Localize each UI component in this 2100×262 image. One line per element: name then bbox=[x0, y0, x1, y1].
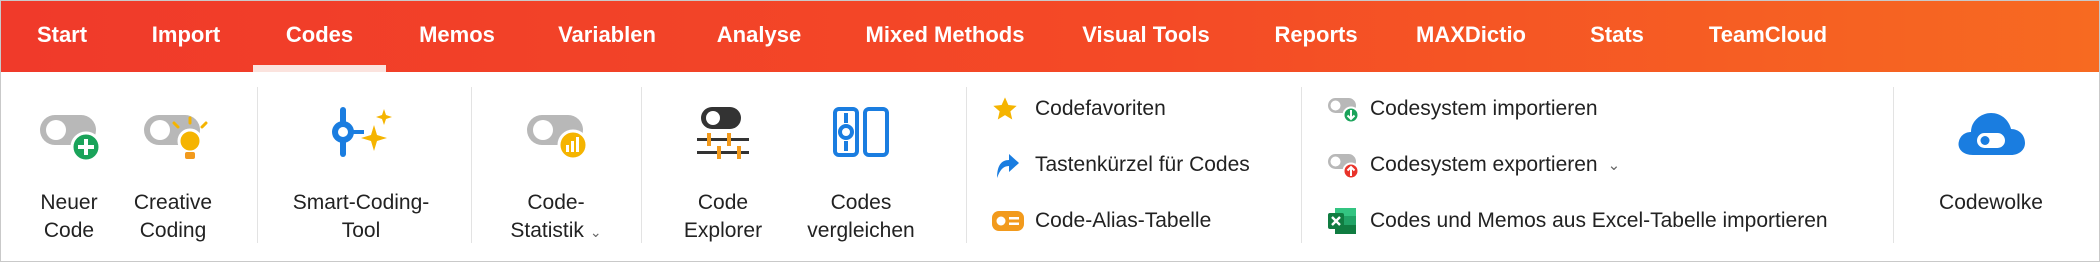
compare-codes-label-1: Codes bbox=[830, 191, 892, 214]
compare-codes-button[interactable]: Codes vergleichen bbox=[796, 101, 926, 251]
ribbon-separator bbox=[471, 87, 472, 243]
code-explorer-label-2: Explorer bbox=[683, 219, 763, 242]
excel-import-label: Codes und Memos aus Excel-Tabelle import… bbox=[1370, 209, 1828, 232]
code-statistics-label-1: Code- bbox=[527, 191, 585, 214]
import-codesystem-label: Codesystem importieren bbox=[1370, 97, 1598, 120]
code-cloud-button[interactable]: Codewolke bbox=[1921, 101, 2061, 251]
ribbon-separator bbox=[966, 87, 967, 243]
chevron-down-icon[interactable]: ⌄ bbox=[590, 224, 602, 240]
code-shortcuts-label: Tastenkürzel für Codes bbox=[1035, 153, 1250, 176]
alias-table-icon bbox=[991, 204, 1027, 238]
toggle-plus-icon bbox=[34, 105, 104, 170]
ribbon-separator bbox=[641, 87, 642, 243]
creative-coding-button[interactable]: Creative Coding bbox=[123, 101, 223, 251]
smart-coding-label-2: Tool bbox=[341, 219, 381, 242]
code-alias-table-button[interactable]: Code-Alias-Tabelle bbox=[991, 204, 1211, 238]
tab-mixed-methods[interactable]: Mixed Methods bbox=[857, 1, 1033, 72]
code-shortcuts-button[interactable]: Tastenkürzel für Codes bbox=[991, 148, 1250, 182]
code-statistics-label-2: Statistik ⌄ bbox=[510, 219, 602, 242]
menu-bar: Start Import Codes Memos Variablen Analy… bbox=[1, 1, 2099, 72]
code-explorer-label-1: Code bbox=[697, 191, 749, 214]
toggle-chart-icon bbox=[521, 105, 591, 170]
shortcut-arrow-icon bbox=[991, 148, 1027, 182]
code-favorites-button[interactable]: Codefavoriten bbox=[991, 92, 1166, 126]
new-code-label-2: Code bbox=[43, 219, 95, 242]
new-code-label-1: Neuer bbox=[40, 191, 98, 214]
new-code-button[interactable]: Neuer Code bbox=[19, 101, 119, 251]
code-cloud-label: Codewolke bbox=[1939, 191, 2043, 214]
code-alias-table-label: Code-Alias-Tabelle bbox=[1035, 209, 1212, 232]
toggle-lightbulb-icon bbox=[138, 105, 208, 170]
tab-import[interactable]: Import bbox=[141, 1, 231, 72]
export-codesystem-button[interactable]: Codesystem exportieren ⌄ bbox=[1326, 148, 1620, 182]
tab-reports[interactable]: Reports bbox=[1266, 1, 1366, 72]
creative-coding-label-2: Coding bbox=[139, 219, 207, 242]
excel-import-button[interactable]: Codes und Memos aus Excel-Tabelle import… bbox=[1326, 204, 1828, 238]
creative-coding-label-1: Creative bbox=[133, 191, 213, 214]
tab-codes[interactable]: Codes bbox=[253, 1, 386, 72]
app-frame: Start Import Codes Memos Variablen Analy… bbox=[0, 0, 2100, 262]
code-favorites-label: Codefavoriten bbox=[1035, 97, 1166, 120]
cloud-icon bbox=[1955, 105, 2027, 166]
compare-codes-label-2: vergleichen bbox=[807, 219, 915, 242]
tab-memos[interactable]: Memos bbox=[412, 1, 502, 72]
tab-stats[interactable]: Stats bbox=[1585, 1, 1649, 72]
import-codesystem-button[interactable]: Codesystem importieren bbox=[1326, 92, 1598, 126]
sparkle-code-icon bbox=[326, 103, 396, 172]
ribbon-separator bbox=[1301, 87, 1302, 243]
export-codesystem-label: Codesystem exportieren bbox=[1370, 153, 1598, 176]
tab-start[interactable]: Start bbox=[27, 1, 97, 72]
explorer-icon bbox=[691, 103, 755, 172]
excel-icon bbox=[1326, 204, 1362, 238]
code-statistics-button[interactable]: Code- Statistik ⌄ bbox=[496, 101, 616, 251]
toggle-import-icon bbox=[1326, 92, 1362, 126]
tab-teamcloud[interactable]: TeamCloud bbox=[1703, 1, 1833, 72]
ribbon-separator bbox=[257, 87, 258, 243]
chevron-down-icon[interactable]: ⌄ bbox=[1608, 156, 1621, 174]
compare-icon bbox=[829, 103, 893, 172]
tab-maxdictio[interactable]: MAXDictio bbox=[1411, 1, 1531, 72]
smart-coding-label-1: Smart-Coding- bbox=[292, 191, 430, 214]
star-icon bbox=[991, 92, 1027, 126]
tab-visual-tools[interactable]: Visual Tools bbox=[1081, 1, 1211, 72]
ribbon-separator bbox=[1893, 87, 1894, 243]
smart-coding-tool-button[interactable]: Smart-Coding- Tool bbox=[281, 101, 441, 251]
code-explorer-button[interactable]: Code Explorer bbox=[668, 101, 778, 251]
toggle-export-icon bbox=[1326, 148, 1362, 182]
tab-variablen[interactable]: Variablen bbox=[552, 1, 662, 72]
tab-analyse[interactable]: Analyse bbox=[709, 1, 809, 72]
